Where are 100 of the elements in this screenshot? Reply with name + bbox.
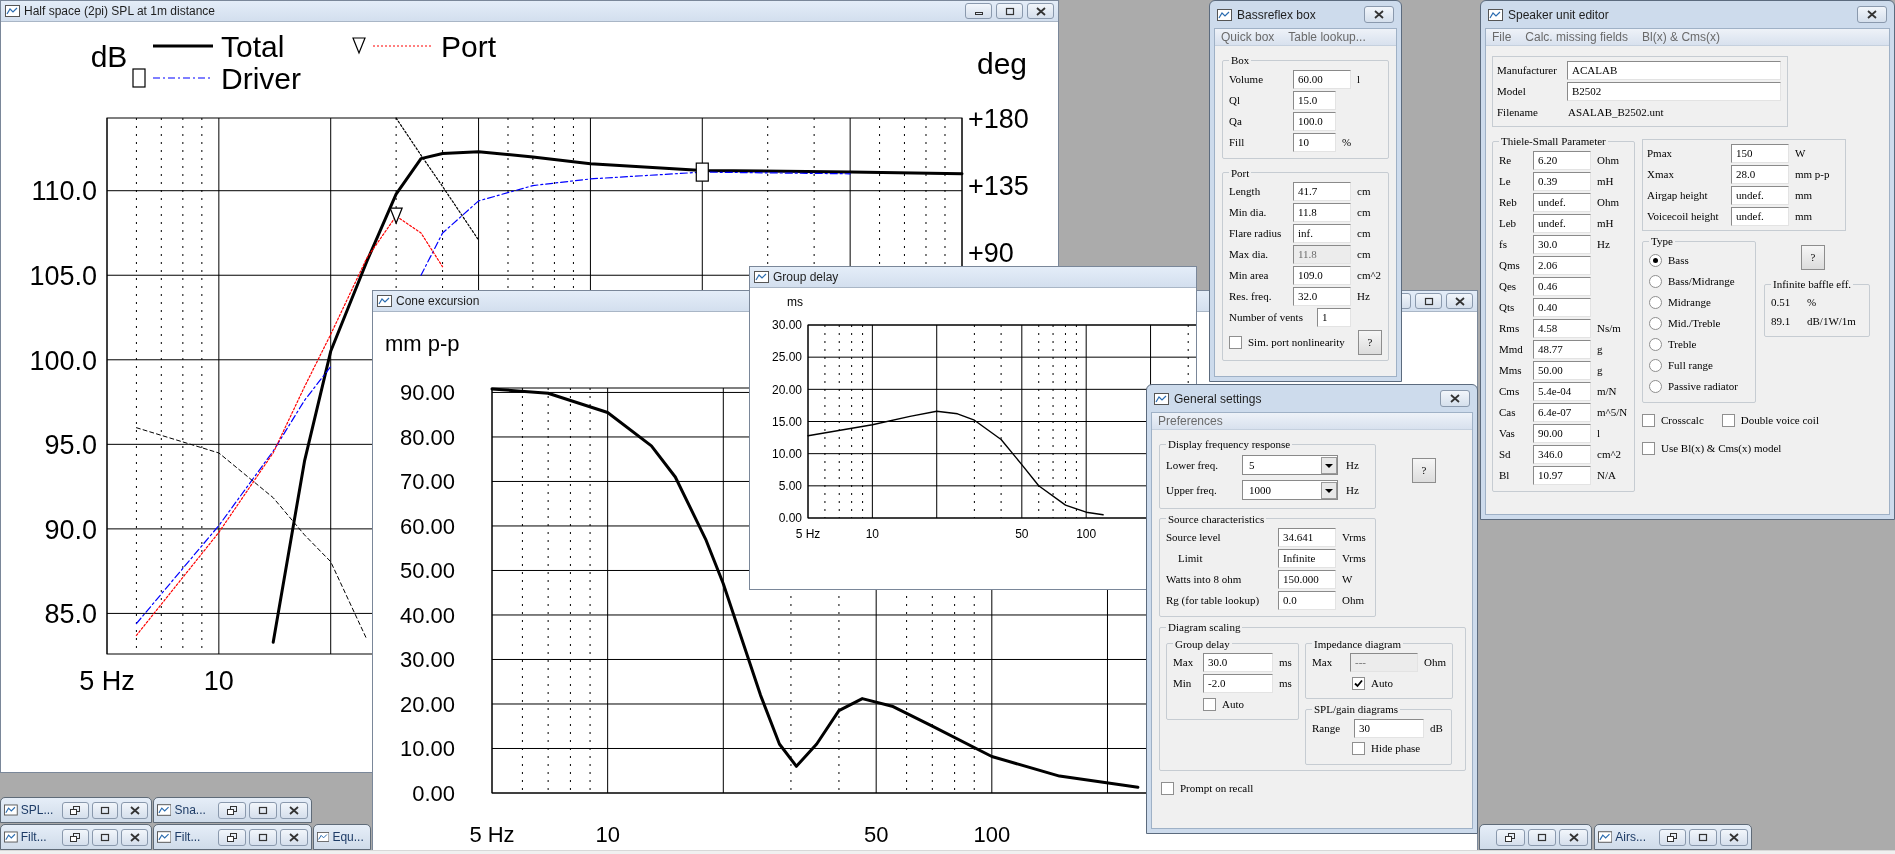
maximize-button[interactable] xyxy=(248,828,277,846)
text-field[interactable]: undef. xyxy=(1731,207,1789,226)
text-field[interactable]: 5.4e-04 xyxy=(1533,381,1591,401)
text-field[interactable]: Infinite xyxy=(1278,549,1336,568)
close-button[interactable] xyxy=(1559,828,1588,846)
text-field[interactable]: 60.00 xyxy=(1293,69,1351,89)
text-field[interactable]: 32.0 xyxy=(1293,287,1351,306)
checkbox[interactable] xyxy=(1161,782,1174,795)
minimized-window-tab[interactable] xyxy=(1479,824,1592,850)
dropdown[interactable]: 5 xyxy=(1242,455,1338,475)
tab-label: Filt... xyxy=(174,829,202,846)
text-field[interactable]: 11.8 xyxy=(1293,203,1351,222)
text-field[interactable]: 30.0 xyxy=(1203,653,1273,672)
text-field[interactable]: 10.97 xyxy=(1533,465,1591,485)
close-button[interactable] xyxy=(1857,6,1887,23)
text-field[interactable]: 90.00 xyxy=(1533,423,1591,443)
close-button[interactable] xyxy=(121,801,148,819)
group-title: Port xyxy=(1230,165,1251,181)
text-field[interactable]: 10 xyxy=(1293,132,1336,152)
maximize-button[interactable] xyxy=(91,801,119,819)
text-field[interactable]: B2502 xyxy=(1567,82,1781,101)
minimized-window-tab[interactable]: Sna... xyxy=(153,797,312,823)
text-field[interactable]: 6.20 xyxy=(1533,150,1591,170)
text-field[interactable]: 346.0 xyxy=(1533,444,1591,464)
close-button[interactable] xyxy=(1720,828,1748,846)
close-button[interactable] xyxy=(279,828,308,846)
close-button[interactable] xyxy=(279,801,308,819)
menu-item[interactable]: Table lookup... xyxy=(1288,29,1366,46)
text-field[interactable]: 1 xyxy=(1317,308,1351,327)
menu-item[interactable]: File xyxy=(1492,29,1512,46)
maximize-button[interactable] xyxy=(1527,828,1557,846)
restore-button[interactable] xyxy=(1495,828,1525,846)
checkbox[interactable] xyxy=(1352,742,1365,755)
text-field[interactable]: 28.0 xyxy=(1731,165,1789,184)
minimize-button[interactable] xyxy=(965,3,992,19)
checkbox[interactable] xyxy=(1352,676,1365,690)
restore-button[interactable] xyxy=(62,828,89,846)
text-field[interactable]: 109.0 xyxy=(1293,266,1351,285)
text-field[interactable]: 2.06 xyxy=(1533,255,1591,275)
minimized-window-tab[interactable]: Filt... xyxy=(153,824,312,850)
help-button[interactable]: ? xyxy=(1801,245,1825,270)
text-field[interactable]: 50.00 xyxy=(1533,360,1591,380)
maximize-button[interactable] xyxy=(1415,293,1442,309)
minimized-window-tab[interactable]: Filt... xyxy=(0,824,152,850)
text-field[interactable]: 15.0 xyxy=(1293,90,1336,110)
text-field[interactable]: 0.39 xyxy=(1533,171,1591,191)
close-button[interactable] xyxy=(1446,293,1473,309)
radio-button[interactable] xyxy=(1649,274,1662,288)
restore-button[interactable] xyxy=(217,828,246,846)
restore-button[interactable] xyxy=(62,801,89,819)
text-field[interactable]: 30.0 xyxy=(1533,234,1591,254)
restore-button[interactable] xyxy=(1658,828,1687,846)
minimized-window-tab[interactable]: SPL... xyxy=(0,797,152,823)
close-button[interactable] xyxy=(1440,390,1470,407)
radio-button[interactable] xyxy=(1649,337,1662,351)
text-field[interactable]: 150 xyxy=(1731,144,1789,163)
radio-button[interactable] xyxy=(1649,316,1662,330)
text-field[interactable]: 0.0 xyxy=(1278,591,1336,610)
text-field[interactable]: 0.46 xyxy=(1533,276,1591,296)
radio-button[interactable] xyxy=(1649,253,1662,267)
text-field[interactable]: 6.4e-07 xyxy=(1533,402,1591,422)
text-field[interactable]: 30 xyxy=(1354,718,1424,738)
text-field[interactable]: 0.40 xyxy=(1533,297,1591,317)
text-field[interactable]: 150.000 xyxy=(1278,570,1336,589)
maximize-button[interactable] xyxy=(91,828,119,846)
unit-label: mm xyxy=(1794,188,1813,204)
radio-button[interactable] xyxy=(1649,358,1662,372)
close-button[interactable] xyxy=(1027,3,1054,19)
checkbox[interactable] xyxy=(1642,442,1655,455)
text-field[interactable]: 4.58 xyxy=(1533,318,1591,338)
text-field[interactable]: 100.0 xyxy=(1293,111,1336,131)
text-field[interactable]: 48.77 xyxy=(1533,339,1591,359)
text-field[interactable]: undef. xyxy=(1731,186,1789,205)
menu-item[interactable]: Calc. missing fields xyxy=(1525,29,1629,46)
radio-button[interactable] xyxy=(1649,295,1662,309)
restore-button[interactable] xyxy=(217,801,246,819)
text-field[interactable]: undef. xyxy=(1533,213,1591,233)
close-button[interactable] xyxy=(1364,6,1394,23)
maximize-button[interactable] xyxy=(248,801,277,819)
checkbox[interactable] xyxy=(1203,697,1216,711)
checkbox[interactable] xyxy=(1642,414,1655,427)
close-button[interactable] xyxy=(121,828,148,846)
radio-button[interactable] xyxy=(1649,379,1662,393)
text-field[interactable]: 41.7 xyxy=(1293,182,1351,201)
dropdown[interactable]: 1000 xyxy=(1242,480,1338,500)
minimized-window-tab[interactable]: Equ... xyxy=(313,824,371,850)
checkbox[interactable] xyxy=(1721,414,1735,427)
checkbox[interactable] xyxy=(1229,336,1242,349)
maximize-button[interactable] xyxy=(996,3,1023,19)
text-field[interactable]: -2.0 xyxy=(1203,674,1273,693)
text-field[interactable]: undef. xyxy=(1533,192,1591,212)
menu-item[interactable]: Quick box xyxy=(1221,29,1275,46)
maximize-button[interactable] xyxy=(1689,828,1718,846)
text-field[interactable]: inf. xyxy=(1293,224,1351,243)
menu-item[interactable]: Bl(x) & Cms(x) xyxy=(1642,29,1721,46)
text-field[interactable]: 34.641 xyxy=(1278,528,1336,547)
help-button[interactable]: ? xyxy=(1358,330,1382,355)
text-field[interactable]: ACALAB xyxy=(1567,61,1781,80)
minimized-window-tab[interactable]: Airs... xyxy=(1594,824,1752,850)
help-button[interactable]: ? xyxy=(1412,458,1436,483)
